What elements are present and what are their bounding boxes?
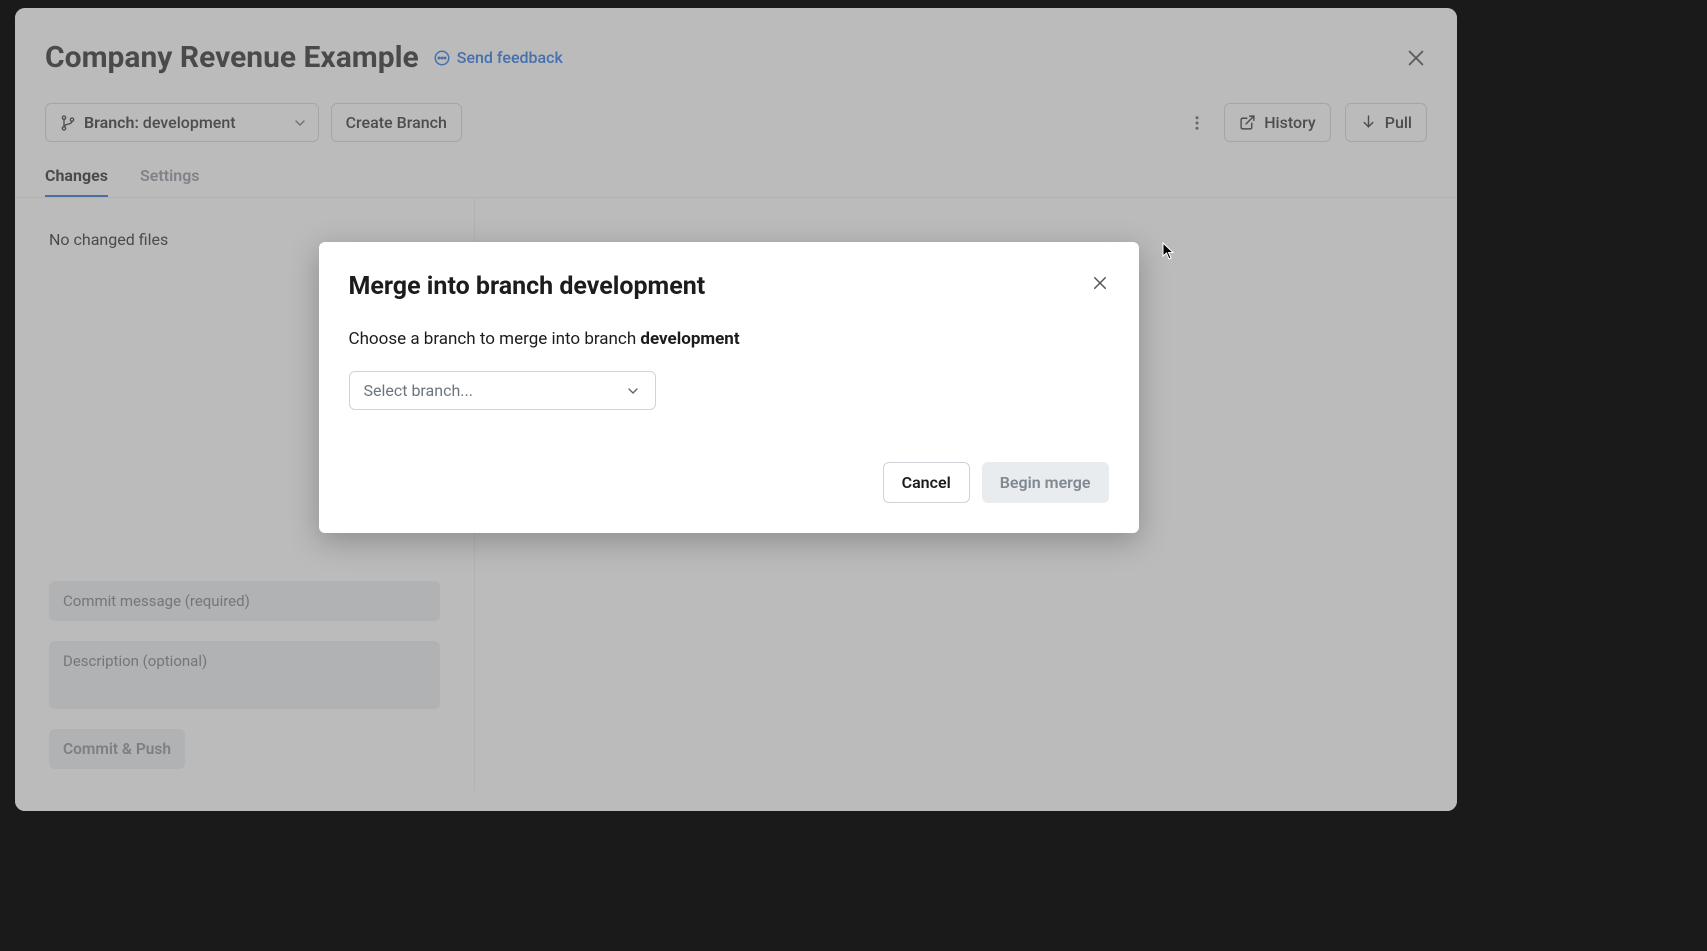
modal-close-button[interactable] — [1091, 274, 1109, 292]
begin-merge-button[interactable]: Begin merge — [982, 462, 1109, 503]
modal-prompt-branch: development — [640, 329, 739, 349]
branch-select[interactable]: Select branch... — [349, 371, 656, 410]
modal-prompt-prefix: Choose a branch to merge into branch — [349, 329, 641, 349]
cancel-button[interactable]: Cancel — [883, 462, 970, 503]
modal-footer: Cancel Begin merge — [349, 462, 1109, 503]
modal-description: Choose a branch to merge into branch dev… — [349, 329, 1109, 349]
select-placeholder: Select branch... — [364, 381, 473, 400]
merge-modal: Merge into branch development Choose a b… — [319, 242, 1139, 533]
modal-backdrop: Merge into branch development Choose a b… — [0, 0, 1707, 951]
modal-header: Merge into branch development — [349, 272, 1109, 301]
chevron-down-icon — [625, 383, 641, 399]
modal-title: Merge into branch development — [349, 272, 706, 301]
